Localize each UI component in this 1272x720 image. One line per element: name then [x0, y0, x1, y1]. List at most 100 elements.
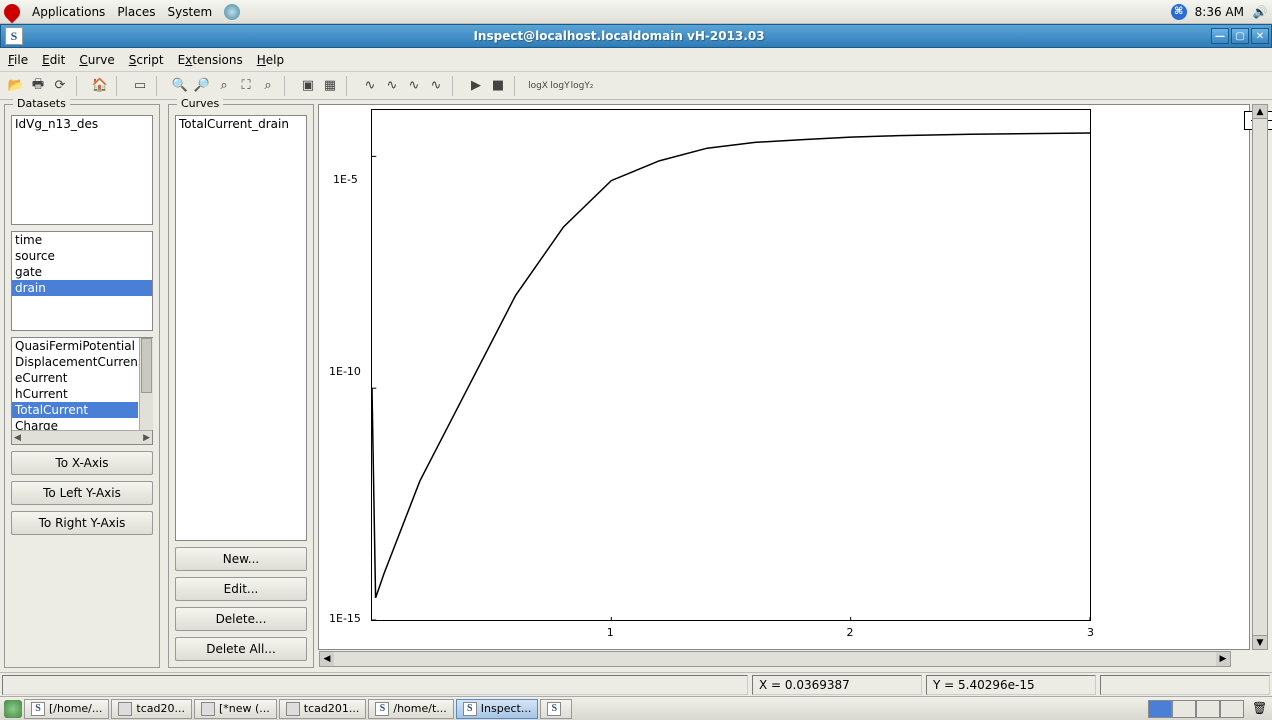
taskbar-app-icon: S: [547, 702, 561, 716]
workspace-2[interactable]: [1172, 700, 1196, 718]
volume-icon[interactable]: 🔊: [1252, 4, 1268, 20]
menu-help[interactable]: Help: [257, 53, 284, 67]
edit-curve-button[interactable]: Edit...: [175, 577, 307, 601]
variable-item[interactable]: DisplacementCurren: [12, 354, 138, 370]
taskbar-window-button[interactable]: tcad201...: [279, 699, 367, 719]
window-titlebar[interactable]: S Inspect@localhost.localdomain vH-2013.…: [0, 24, 1272, 48]
open-icon[interactable]: 📂: [6, 76, 26, 96]
play-icon[interactable]: ▶: [466, 76, 486, 96]
datasets-title: Datasets: [13, 97, 70, 110]
zoom-out-icon[interactable]: 🔎: [192, 76, 212, 96]
workspace-switcher[interactable]: [1148, 700, 1244, 718]
plot-hscrollbar[interactable]: ◀▶: [319, 651, 1231, 667]
browser-launcher-icon[interactable]: [224, 4, 240, 20]
gnome-system-menu[interactable]: System: [167, 5, 212, 19]
statusbar: X = 0.0369387 Y = 5.40296e-15: [0, 672, 1272, 696]
taskbar-app-icon: S: [31, 702, 45, 716]
variable-item[interactable]: eCurrent: [12, 370, 138, 386]
node-item[interactable]: time: [12, 232, 152, 248]
status-extra: [1100, 675, 1270, 695]
menu-curve[interactable]: Curve: [79, 53, 114, 67]
datasets-vars-list[interactable]: QuasiFermiPotentialDisplacementCurreneCu…: [11, 337, 153, 445]
bluetooth-icon[interactable]: ⌘: [1171, 4, 1187, 20]
curves-title: Curves: [177, 97, 223, 110]
zoom-fit-icon[interactable]: ⛶: [236, 76, 256, 96]
taskbar-window-label: [*new (...: [219, 702, 270, 715]
curve-tool-2-icon[interactable]: ∿: [382, 76, 402, 96]
print-icon[interactable]: 🖶: [28, 76, 48, 96]
delete-curve-button[interactable]: Delete...: [175, 607, 307, 631]
minimize-button[interactable]: —: [1211, 28, 1229, 44]
trash-icon[interactable]: 🗑: [1252, 701, 1268, 717]
gnome-panel: Applications Places System ⌘ 8:36 AM 🔊: [0, 0, 1272, 24]
curve-tool-3-icon[interactable]: ∿: [404, 76, 424, 96]
taskbar-app-icon: S: [375, 702, 389, 716]
status-y: Y = 5.40296e-15: [926, 675, 1096, 695]
zoom-area-icon[interactable]: ⌕: [214, 76, 234, 96]
datasets-panel: Datasets IdVg_n13_des timesourcegatedrai…: [4, 104, 160, 668]
taskbar-window-button[interactable]: SInspect...: [456, 699, 539, 719]
taskbar-window-label: /home/t...: [393, 702, 446, 715]
close-button[interactable]: ✕: [1251, 28, 1269, 44]
taskbar-window-button[interactable]: S: [540, 699, 572, 719]
taskbar-window-button[interactable]: S/home/t...: [368, 699, 453, 719]
zoom-in-icon[interactable]: 🔍: [170, 76, 190, 96]
to-right-y-axis-button[interactable]: To Right Y-Axis: [11, 511, 153, 535]
node-item[interactable]: drain: [12, 280, 152, 296]
reload-icon[interactable]: ⟳: [50, 76, 70, 96]
show-desktop-icon[interactable]: [4, 700, 22, 718]
taskbar-window-button[interactable]: S[/home/...: [24, 699, 109, 719]
gnome-applications-menu[interactable]: Applications: [32, 5, 105, 19]
logy2-icon[interactable]: logY₂: [572, 76, 592, 96]
menu-file[interactable]: File: [8, 53, 28, 67]
node-item[interactable]: gate: [12, 264, 152, 280]
main-area: Datasets IdVg_n13_des timesourcegatedrai…: [0, 100, 1272, 672]
workspace-4[interactable]: [1220, 700, 1244, 718]
menu-edit[interactable]: Edit: [42, 53, 65, 67]
home-icon[interactable]: 🏠: [90, 76, 110, 96]
dataset-file-item[interactable]: IdVg_n13_des: [12, 116, 152, 132]
curve-path: [372, 110, 1090, 620]
menu-extensions[interactable]: Extensions: [178, 53, 243, 67]
variable-item[interactable]: QuasiFermiPotential: [12, 338, 138, 354]
curve-tool-1-icon[interactable]: ∿: [360, 76, 380, 96]
variable-item[interactable]: TotalCurrent: [12, 402, 138, 418]
logx-icon[interactable]: logX: [528, 76, 548, 96]
curve-item[interactable]: TotalCurrent_drain: [176, 116, 306, 132]
zoom-reset-icon[interactable]: ⌕: [258, 76, 278, 96]
workspace-3[interactable]: [1196, 700, 1220, 718]
datasets-nodes-list[interactable]: timesourcegatedrain: [11, 231, 153, 331]
new-curve-button[interactable]: New...: [175, 547, 307, 571]
to-left-y-axis-button[interactable]: To Left Y-Axis: [11, 481, 153, 505]
menu-script[interactable]: Script: [129, 53, 164, 67]
node-item[interactable]: source: [12, 248, 152, 264]
taskbar-window-button[interactable]: [*new (...: [194, 699, 277, 719]
maximize-button[interactable]: ▢: [1231, 28, 1249, 44]
plot-canvas[interactable]: TotalCurrent_drain 1E-5 1E-10 1E-15 1 2 …: [318, 104, 1250, 650]
logy-icon[interactable]: logY: [550, 76, 570, 96]
menubar: File Edit Curve Script Extensions Help: [0, 48, 1272, 72]
toolbar: 📂 🖶 ⟳ 🏠 ▭ 🔍 🔎 ⌕ ⛶ ⌕ ▣ ▦ ∿ ∿ ∿ ∿ ▶ ■ logX…: [0, 72, 1272, 100]
y-tick-label: 1E-10: [329, 365, 361, 378]
to-x-axis-button[interactable]: To X-Axis: [11, 451, 153, 475]
status-x: X = 0.0369387: [752, 675, 922, 695]
vars-hscrollbar[interactable]: ◀▶: [12, 430, 152, 444]
vars-vscrollbar[interactable]: [139, 338, 153, 430]
delete-all-curves-button[interactable]: Delete All...: [175, 637, 307, 661]
curve-tool-4-icon[interactable]: ∿: [426, 76, 446, 96]
workspace-1[interactable]: [1148, 700, 1172, 718]
gnome-places-menu[interactable]: Places: [117, 5, 155, 19]
select-icon[interactable]: ▭: [130, 76, 150, 96]
taskbar-window-button[interactable]: tcad20...: [111, 699, 192, 719]
datasets-files-list[interactable]: IdVg_n13_des: [11, 115, 153, 225]
toggle-grid-icon[interactable]: ▦: [320, 76, 340, 96]
x-tick-label: 2: [847, 626, 854, 639]
variable-item[interactable]: hCurrent: [12, 386, 138, 402]
clock[interactable]: 8:36 AM: [1195, 5, 1244, 19]
y-tick-label: 1E-15: [329, 612, 361, 625]
stop-icon[interactable]: ■: [488, 76, 508, 96]
taskbar-app-icon: [118, 702, 132, 716]
curves-list[interactable]: TotalCurrent_drain: [175, 115, 307, 541]
toggle-panel-icon[interactable]: ▣: [298, 76, 318, 96]
plot-vscrollbar[interactable]: ▲ ▼: [1252, 104, 1268, 650]
